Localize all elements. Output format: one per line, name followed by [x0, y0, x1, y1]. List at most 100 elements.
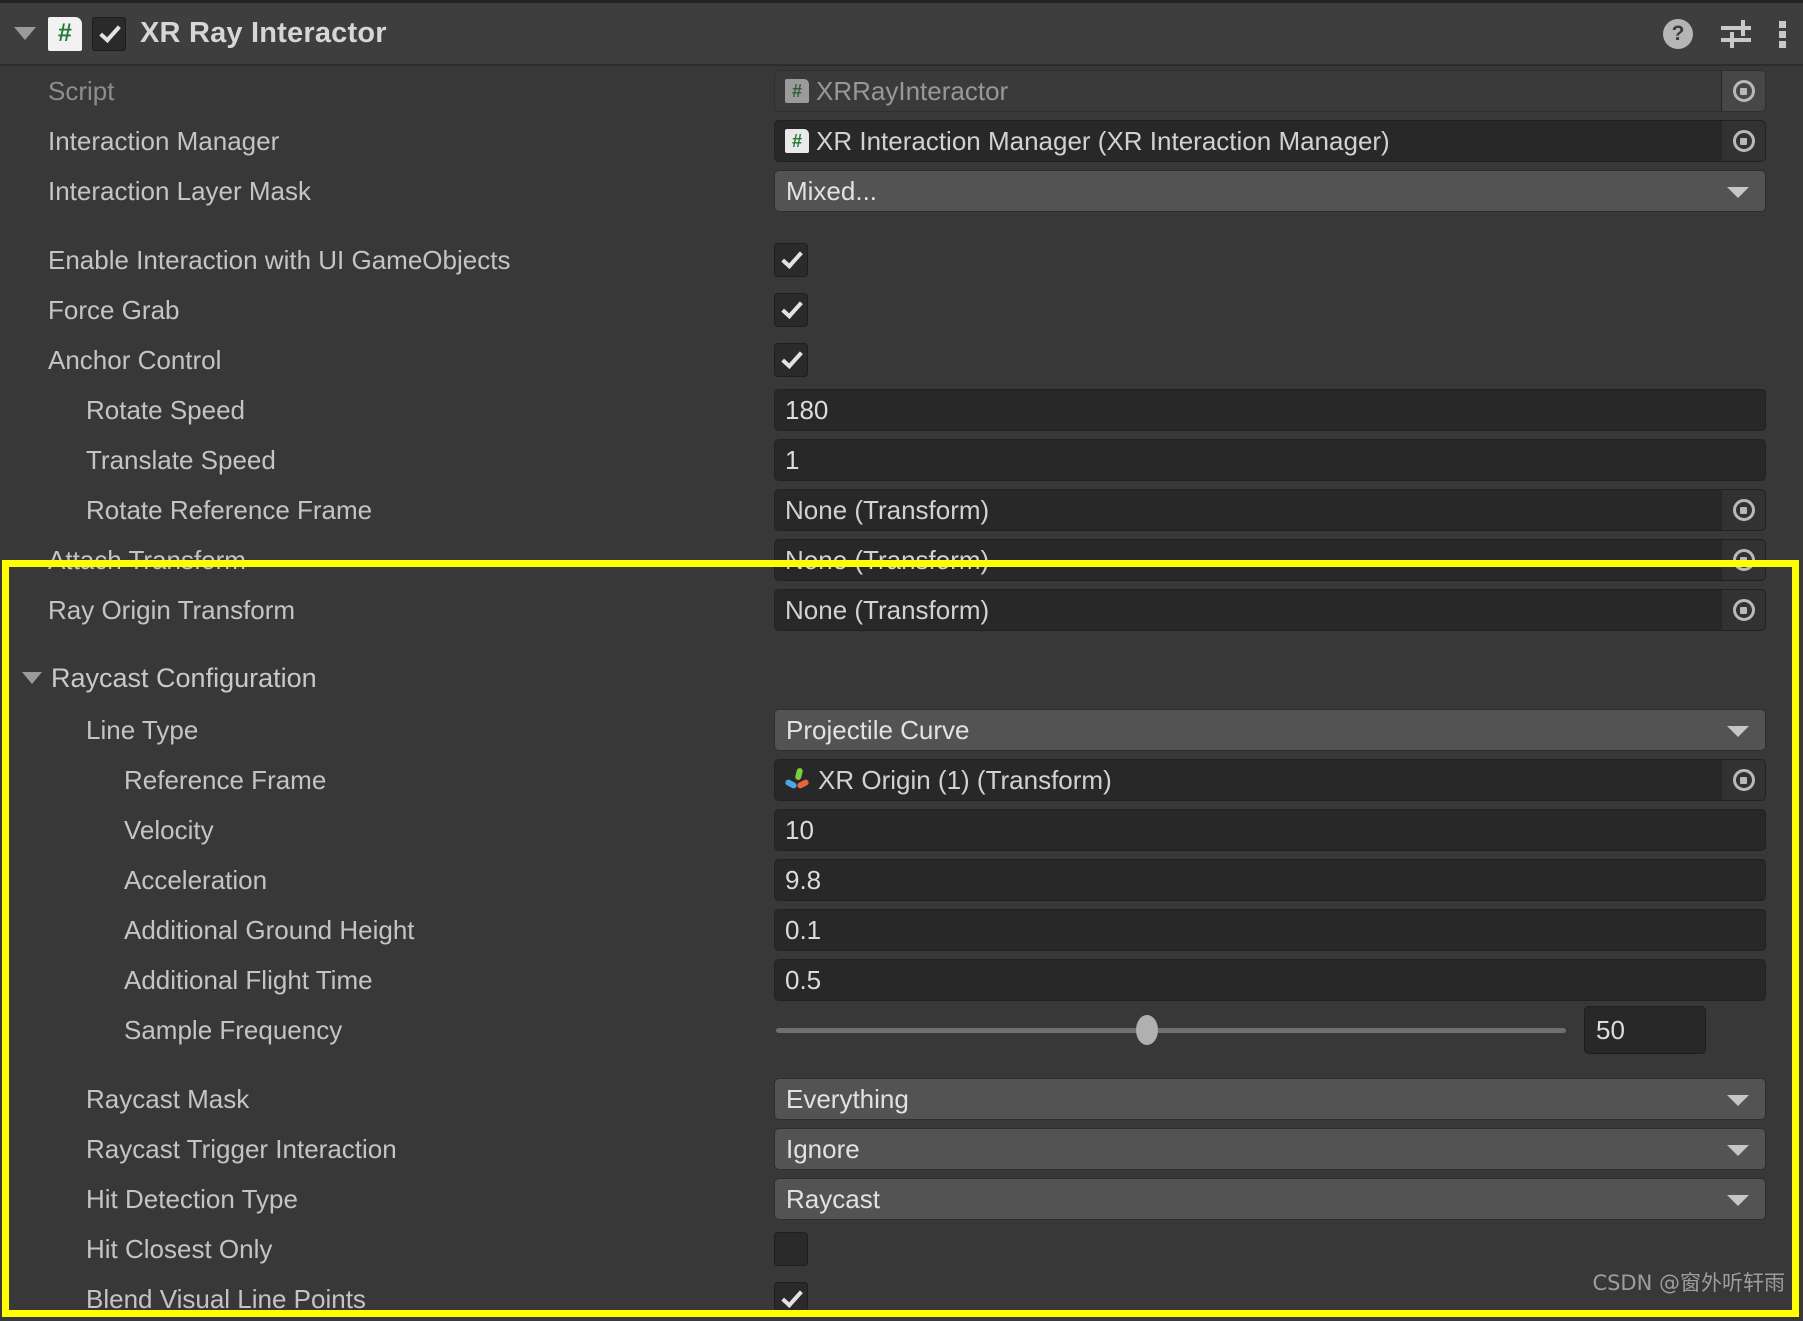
row-label: Reference Frame: [124, 764, 327, 795]
object-picker-icon[interactable]: [1721, 760, 1765, 800]
row-sample-frequency: Sample Frequency 50: [0, 1005, 1803, 1055]
object-field[interactable]: None (Transform): [774, 539, 1766, 581]
object-field[interactable]: None (Transform): [774, 489, 1766, 531]
slider-thumb[interactable]: [1136, 1015, 1159, 1045]
input-additional-flight-time[interactable]: 0.5: [774, 959, 1766, 1001]
row-field[interactable]: Projectile Curve: [774, 709, 1766, 751]
checkbox-anchor-control[interactable]: [774, 343, 808, 377]
row-additional-ground-height: Additional Ground Height 0.1: [0, 905, 1803, 955]
preset-sliders-icon[interactable]: [1721, 19, 1751, 49]
row-label: Translate Speed: [86, 444, 276, 475]
input-value: 180: [785, 394, 829, 425]
row-field[interactable]: [774, 293, 808, 327]
check-icon: [780, 296, 803, 319]
row-interaction-manager: Interaction Manager # XR Interaction Man…: [0, 116, 1803, 166]
row-attach-transform: Attach Transform None (Transform): [0, 535, 1803, 585]
row-field[interactable]: None (Transform): [774, 489, 1766, 531]
input-rotate-speed[interactable]: 180: [774, 389, 1766, 431]
row-rotate-reference-frame: Rotate Reference Frame None (Transform): [0, 485, 1803, 535]
slider-sample-frequency[interactable]: 50: [774, 1006, 1766, 1054]
row-label: Sample Frequency: [124, 1014, 343, 1045]
row-reference-frame: Reference Frame XR Origin (1) (Transform…: [0, 755, 1803, 805]
row-field[interactable]: [774, 1282, 808, 1316]
row-field[interactable]: None (Transform): [774, 539, 1766, 581]
object-field-value: None (Transform): [785, 494, 990, 525]
input-velocity[interactable]: 10: [774, 809, 1766, 851]
row-field[interactable]: 0.1: [774, 909, 1766, 951]
object-field[interactable]: # XRRayInteractor: [774, 70, 1766, 112]
object-picker-icon[interactable]: [1721, 490, 1765, 530]
dropdown-raycast-trigger-interaction[interactable]: Ignore: [774, 1128, 1766, 1170]
chevron-down-icon: [1727, 1145, 1749, 1156]
dropdown-raycast-mask[interactable]: Everything: [774, 1078, 1766, 1120]
object-picker-icon[interactable]: [1721, 71, 1765, 111]
help-icon[interactable]: ?: [1663, 18, 1693, 49]
row-field[interactable]: Ignore: [774, 1128, 1766, 1170]
row-field[interactable]: [774, 243, 808, 277]
checkbox-force-grab[interactable]: [774, 293, 808, 327]
input-value: 50: [1596, 1014, 1625, 1045]
triangle-down-icon[interactable]: [22, 672, 42, 684]
object-field[interactable]: # XR Interaction Manager (XR Interaction…: [774, 120, 1766, 162]
row-field[interactable]: Everything: [774, 1078, 1766, 1120]
inspector-body: Script # XRRayInteractor Interaction Man…: [0, 66, 1803, 1321]
object-field[interactable]: XR Origin (1) (Transform): [774, 759, 1766, 801]
component-header[interactable]: # XR Ray Interactor ?: [0, 0, 1803, 66]
triangle-down-icon[interactable]: [14, 27, 36, 40]
row-field[interactable]: [774, 1232, 808, 1266]
row-label: Blend Visual Line Points: [86, 1283, 366, 1314]
row-translate-speed: Translate Speed 1: [0, 435, 1803, 485]
row-label: Attach Transform: [48, 544, 246, 575]
row-field[interactable]: # XRRayInteractor: [774, 70, 1766, 112]
row-raycast-mask: Raycast Mask Everything: [0, 1074, 1803, 1124]
dropdown-interaction-layer-mask[interactable]: Mixed...: [774, 170, 1766, 212]
input-value: 1: [785, 444, 800, 475]
slider-track[interactable]: [776, 1015, 1566, 1045]
input-translate-speed[interactable]: 1: [774, 439, 1766, 481]
row-field[interactable]: Raycast: [774, 1178, 1766, 1220]
row-field[interactable]: 0.5: [774, 959, 1766, 1001]
row-field[interactable]: 50: [774, 1006, 1766, 1054]
object-picker-icon[interactable]: [1721, 121, 1765, 161]
row-label: Ray Origin Transform: [48, 594, 296, 625]
row-ray-origin-transform: Ray Origin Transform None (Transform): [0, 585, 1803, 635]
dropdown-value: Projectile Curve: [786, 714, 970, 745]
row-script: Script # XRRayInteractor: [0, 66, 1803, 116]
object-field-value: XR Interaction Manager (XR Interaction M…: [816, 125, 1390, 156]
row-field[interactable]: Mixed...: [774, 170, 1766, 212]
row-field[interactable]: 9.8: [774, 859, 1766, 901]
object-picker-icon[interactable]: [1721, 540, 1765, 580]
row-field[interactable]: 180: [774, 389, 1766, 431]
dropdown-line-type[interactable]: Projectile Curve: [774, 709, 1766, 751]
row-field[interactable]: [774, 343, 808, 377]
row-label: Anchor Control: [48, 344, 222, 375]
check-icon: [780, 246, 803, 269]
input-additional-ground-height[interactable]: 0.1: [774, 909, 1766, 951]
object-field[interactable]: None (Transform): [774, 589, 1766, 631]
row-field[interactable]: None (Transform): [774, 589, 1766, 631]
dropdown-hit-detection-type[interactable]: Raycast: [774, 1178, 1766, 1220]
row-label: Velocity: [124, 814, 214, 845]
component-enabled-checkbox[interactable]: [92, 16, 126, 51]
row-hit-closest-only: Hit Closest Only: [0, 1224, 1803, 1274]
script-hash-icon: #: [48, 16, 82, 51]
row-field[interactable]: XR Origin (1) (Transform): [774, 759, 1766, 801]
row-field[interactable]: 1: [774, 439, 1766, 481]
checkbox-enable-ui-interaction[interactable]: [774, 243, 808, 277]
object-field-value: None (Transform): [785, 594, 990, 625]
unity-inspector-panel: # XR Ray Interactor ? Script # XRRayInte…: [0, 0, 1803, 1321]
input-acceleration[interactable]: 9.8: [774, 859, 1766, 901]
row-label: Hit Closest Only: [86, 1233, 273, 1264]
checkbox-hit-closest-only[interactable]: [774, 1232, 808, 1266]
row-label: Additional Flight Time: [124, 964, 373, 995]
section-raycast-configuration[interactable]: Raycast Configuration: [0, 651, 1803, 705]
object-picker-icon[interactable]: [1721, 590, 1765, 630]
row-field[interactable]: # XR Interaction Manager (XR Interaction…: [774, 120, 1766, 162]
row-label: Line Type: [86, 714, 199, 745]
kebab-menu-icon[interactable]: [1779, 19, 1787, 49]
input-sample-frequency[interactable]: 50: [1584, 1006, 1706, 1054]
row-field[interactable]: 10: [774, 809, 1766, 851]
checkbox-blend-visual-line-points[interactable]: [774, 1282, 808, 1316]
row-label: Raycast Trigger Interaction: [86, 1133, 397, 1164]
dropdown-value: Raycast: [786, 1183, 880, 1214]
